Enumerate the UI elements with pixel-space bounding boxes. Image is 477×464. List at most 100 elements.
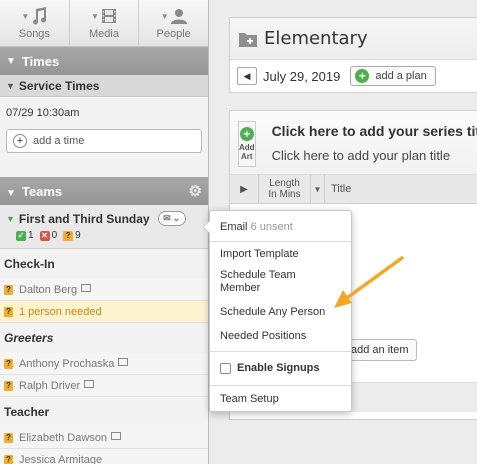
confirmed-check-icon: ✓ [16,230,26,241]
menu-item-schedule-any-person[interactable]: Schedule Any Person [220,306,325,319]
play-icon[interactable]: ▶ [230,175,259,203]
team-member-row[interactable]: ? Jessica Armitage [0,449,208,464]
previous-plan-button[interactable]: ◀ [237,67,257,85]
team-member-row[interactable]: ? Elizabeth Dawson [0,427,208,449]
add-art-button[interactable]: + Add Art [238,121,256,167]
plan-title-placeholder[interactable]: Click here to add your plan title [272,148,477,163]
team-member-name[interactable]: Dalton Berg [19,284,77,296]
team-dropdown-menu: Email 6 unsent Import Template Schedule … [203,210,352,412]
menu-item-team-setup[interactable]: Team Setup [220,393,279,406]
unconfirmed-count: 9 [75,230,81,241]
chevron-down-icon: ▼ [91,11,99,21]
teams-header-label: Teams [21,183,63,199]
length-column-header: Length In Mins [259,175,311,203]
series-title-placeholder[interactable]: Click here to add your series title [272,123,477,139]
confirmed-count: 1 [28,230,34,241]
add-icon: + [13,134,27,148]
collapse-triangle-icon: ▼ [6,187,16,199]
nav-media-label: Media [89,28,119,40]
person-icon [170,9,187,24]
add-plan-button[interactable]: + add a plan [350,66,436,86]
menu-divider [210,351,351,352]
service-times-subheader[interactable]: ▼ Service Times [0,75,208,97]
enable-signups-label: Enable Signups [237,362,320,374]
unconfirmed-question-icon: ? [4,306,13,317]
gear-icon[interactable]: ⚙ [189,182,202,200]
plan-title[interactable]: Elementary [264,28,368,49]
folder-add-icon [239,32,257,47]
plan-date[interactable]: July 29, 2019 [263,69,340,84]
team-member-name[interactable]: Anthony Prochaska [19,358,114,370]
person-needed-label: 1 person needed [19,305,102,318]
team-email-menu-button[interactable]: ✉ ⌄ [157,211,186,226]
unconfirmed-question-icon: ? [4,380,13,391]
unconfirmed-question-icon: ? [4,358,13,369]
teams-section-header[interactable]: ▼ Teams ⚙ [0,177,208,205]
collapse-triangle-icon: ▼ [6,80,15,91]
nav-people[interactable]: ▼ People [139,0,208,46]
times-header-label: Times [21,53,60,69]
collapse-triangle-icon: ▼ [6,55,16,67]
title-column-header: Title [331,183,352,195]
menu-item-email[interactable]: Email 6 unsent [220,221,293,234]
menu-divider [210,241,351,242]
chevron-down-icon: ⌄ [172,213,181,223]
email-label: Email [220,221,248,233]
envelope-icon [111,431,122,440]
arrow-left-icon: ◀ [243,70,251,81]
team-member-name[interactable]: Jessica Armitage [19,454,102,464]
service-times-label: Service Times [18,78,100,93]
person-needed-row[interactable]: ? 1 person needed [0,301,208,323]
schedule-team-member-line2: Member [220,282,261,294]
music-note-icon [33,7,47,25]
nav-songs-label: Songs [18,28,50,40]
nav-songs[interactable]: ▼ Songs [0,0,70,46]
position-group-header: Check-In [0,249,208,279]
team-member-name[interactable]: Elizabeth Dawson [19,432,107,444]
unconfirmed-question-icon: ? [4,454,13,464]
envelope-icon [84,379,95,388]
add-item-button[interactable]: add an item [342,339,418,361]
position-group-header: Greeters [0,323,208,353]
envelope-icon: ✉ [163,213,171,223]
length-header-line1: Length [269,178,300,189]
menu-item-import-template[interactable]: Import Template [220,248,299,261]
envelope-icon [81,283,92,292]
service-time-entry[interactable]: 07/29 10:30am [0,97,208,129]
sidebar: ▼ Songs ▼ Media ▼ People ▼ Times ▼ Servi… [0,0,209,464]
email-unsent-count: 6 unsent [250,221,293,233]
unconfirmed-question-icon: ? [4,284,13,295]
team-member-name[interactable]: Ralph Driver [19,380,80,392]
declined-count: 0 [51,230,58,241]
envelope-icon [118,357,129,366]
team-member-row[interactable]: ? Ralph Driver [0,375,208,397]
unconfirmed-question-icon: ? [4,432,13,443]
enable-signups-checkbox[interactable] [220,363,231,374]
chevron-down-icon: ▼ [21,11,30,21]
chevron-down-icon[interactable]: ▼ [311,175,325,203]
add-icon: + [239,127,254,141]
nav-media[interactable]: ▼ Media [70,0,140,46]
add-art-label-line1: Add [239,143,255,152]
top-nav: ▼ Songs ▼ Media ▼ People [0,0,208,47]
collapse-triangle-icon[interactable]: ▼ [6,214,15,224]
add-icon: + [355,69,370,83]
menu-item-needed-positions[interactable]: Needed Positions [220,330,306,343]
team-member-row[interactable]: ? Dalton Berg [0,279,208,301]
team-status-counts: ✓ 1 ✕ 0 ? 9 [6,230,202,241]
film-icon [101,9,116,23]
menu-item-schedule-team-member[interactable]: Schedule Team Member [220,269,296,295]
plan-header-card: Elementary ◀ July 29, 2019 + add a plan [229,17,477,93]
add-time-button[interactable]: + add a time [6,129,202,153]
add-time-label: add a time [33,135,85,147]
position-group-header: Teacher [0,397,208,427]
team-member-row[interactable]: ? Anthony Prochaska [0,353,208,375]
chevron-down-icon: ▼ [160,11,169,21]
times-section-header[interactable]: ▼ Times [0,47,208,75]
team-name[interactable]: First and Third Sunday [19,212,150,226]
menu-item-enable-signups[interactable]: Enable Signups [220,362,320,375]
menu-divider [210,385,351,386]
nav-people-label: People [156,28,191,40]
plan-items-table-header: ▶ Length In Mins ▼ Title [230,175,477,204]
unconfirmed-question-icon: ? [63,230,74,241]
